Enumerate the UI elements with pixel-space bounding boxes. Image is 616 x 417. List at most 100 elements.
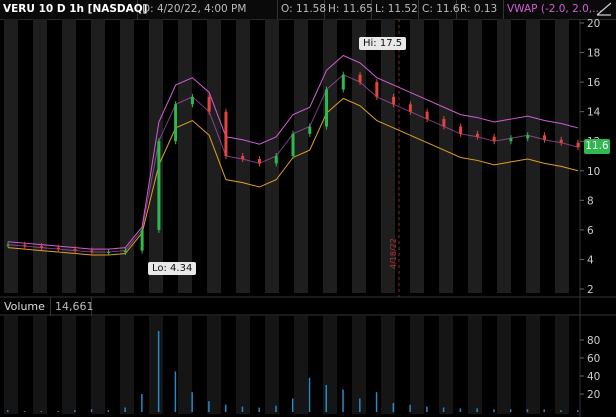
vwap-study-label[interactable]: VWAP (-2.0, 2.0,... bbox=[504, 0, 602, 19]
volume-bar bbox=[292, 398, 294, 412]
session-shade bbox=[149, 316, 163, 414]
candle-body bbox=[475, 133, 479, 137]
candle-body bbox=[257, 158, 261, 164]
candle-body bbox=[123, 250, 127, 253]
session-shade bbox=[62, 19, 76, 293]
session-shade bbox=[120, 316, 134, 414]
candle-body bbox=[526, 135, 530, 139]
session-shade bbox=[265, 316, 279, 414]
candle-body bbox=[274, 156, 278, 164]
price-axis-label: 10 bbox=[587, 166, 600, 178]
session-shade bbox=[555, 19, 569, 293]
session-shade bbox=[410, 316, 424, 414]
session-shade bbox=[439, 316, 453, 414]
price-axis-label: 18 bbox=[587, 48, 600, 60]
candle-body bbox=[207, 96, 211, 112]
volume-bar bbox=[157, 331, 160, 412]
date-marker-label: 4/18/22 bbox=[389, 238, 398, 269]
candle-body bbox=[140, 229, 144, 251]
volume-bar bbox=[526, 409, 529, 412]
session-shade bbox=[468, 316, 482, 414]
session-shade bbox=[62, 316, 76, 414]
price-axis-label: 8 bbox=[587, 195, 594, 207]
volume-bar bbox=[577, 410, 579, 412]
candle-body bbox=[6, 244, 10, 246]
volume-bar bbox=[208, 401, 210, 412]
candle-body bbox=[90, 250, 94, 253]
volume-bar bbox=[141, 394, 143, 412]
candle-body bbox=[190, 96, 194, 105]
volume-bar bbox=[258, 407, 260, 412]
candle-body bbox=[157, 141, 161, 230]
volume-bar bbox=[57, 411, 59, 412]
volume-bar bbox=[493, 409, 495, 412]
candle-body bbox=[442, 119, 446, 127]
volume-axis-label: 80 bbox=[587, 335, 600, 347]
high-annotation: Hi: 17.5 bbox=[359, 37, 407, 50]
volume-bar bbox=[40, 411, 43, 412]
drawing-tools-icon[interactable] bbox=[596, 2, 612, 16]
candle-body bbox=[107, 252, 111, 254]
session-shade bbox=[526, 19, 540, 293]
price-volume-chart[interactable]: 20181614121086424/18/2280604020 bbox=[0, 19, 616, 417]
session-shade bbox=[178, 316, 192, 414]
candle-body bbox=[73, 249, 77, 251]
candle-body bbox=[174, 104, 178, 142]
session-shade bbox=[497, 316, 511, 414]
session-shade bbox=[410, 19, 424, 293]
session-shade bbox=[4, 316, 18, 414]
high-value: H: 11.65 bbox=[325, 0, 373, 19]
low-value: L: 11.52 bbox=[372, 0, 419, 19]
session-shade bbox=[33, 19, 47, 293]
candle-body bbox=[40, 246, 44, 248]
price-axis-label: 6 bbox=[587, 225, 594, 237]
session-shade bbox=[468, 19, 482, 293]
session-shade bbox=[555, 316, 569, 414]
candle-body bbox=[325, 89, 329, 127]
candle-body bbox=[459, 126, 463, 134]
bar-date: D: 4/20/22, 4:00 PM bbox=[139, 0, 278, 19]
volume-bar bbox=[325, 385, 328, 412]
volume-bar bbox=[224, 404, 227, 412]
volume-bar bbox=[426, 406, 428, 412]
session-shade bbox=[323, 316, 337, 414]
volume-bar bbox=[392, 403, 395, 412]
volume-bar bbox=[275, 405, 277, 412]
candle-body bbox=[392, 96, 396, 105]
candle-body bbox=[375, 82, 379, 97]
volume-bar bbox=[191, 392, 193, 412]
session-shade bbox=[207, 19, 221, 293]
volume-axis-label: 20 bbox=[587, 389, 600, 401]
session-shade bbox=[91, 316, 105, 414]
open-value: O: 11.58 bbox=[278, 0, 326, 19]
volume-bar bbox=[241, 406, 244, 412]
volume-title: Volume bbox=[4, 300, 45, 313]
volume-bar bbox=[359, 398, 361, 412]
volume-bar bbox=[74, 410, 76, 412]
price-axis-label: 2 bbox=[587, 284, 594, 296]
candle-body bbox=[358, 74, 362, 83]
session-shade bbox=[178, 19, 192, 293]
candle-body bbox=[308, 126, 312, 134]
volume-bar bbox=[442, 407, 445, 412]
volume-bar bbox=[308, 377, 311, 412]
session-shade bbox=[207, 316, 221, 414]
volume-bar bbox=[124, 407, 126, 412]
volume-bar bbox=[23, 411, 26, 412]
symbol-label[interactable]: VERU 10 D 1h [NASDAQ] bbox=[0, 0, 147, 19]
candle-body bbox=[408, 104, 412, 112]
volume-axis-label: 60 bbox=[587, 353, 600, 365]
volume-bar bbox=[7, 410, 9, 412]
low-annotation: Lo: 4.34 bbox=[148, 262, 197, 275]
volume-bar bbox=[509, 409, 512, 412]
candle-body bbox=[509, 138, 513, 142]
session-shade bbox=[236, 316, 250, 414]
volume-bar bbox=[560, 410, 562, 412]
session-shade bbox=[497, 19, 511, 293]
candle-body bbox=[492, 136, 496, 142]
price-axis-label: 14 bbox=[587, 107, 601, 119]
price-axis-label: 16 bbox=[587, 77, 601, 89]
candle-body bbox=[56, 247, 60, 250]
session-shade bbox=[381, 316, 395, 414]
volume-bar bbox=[174, 371, 177, 412]
